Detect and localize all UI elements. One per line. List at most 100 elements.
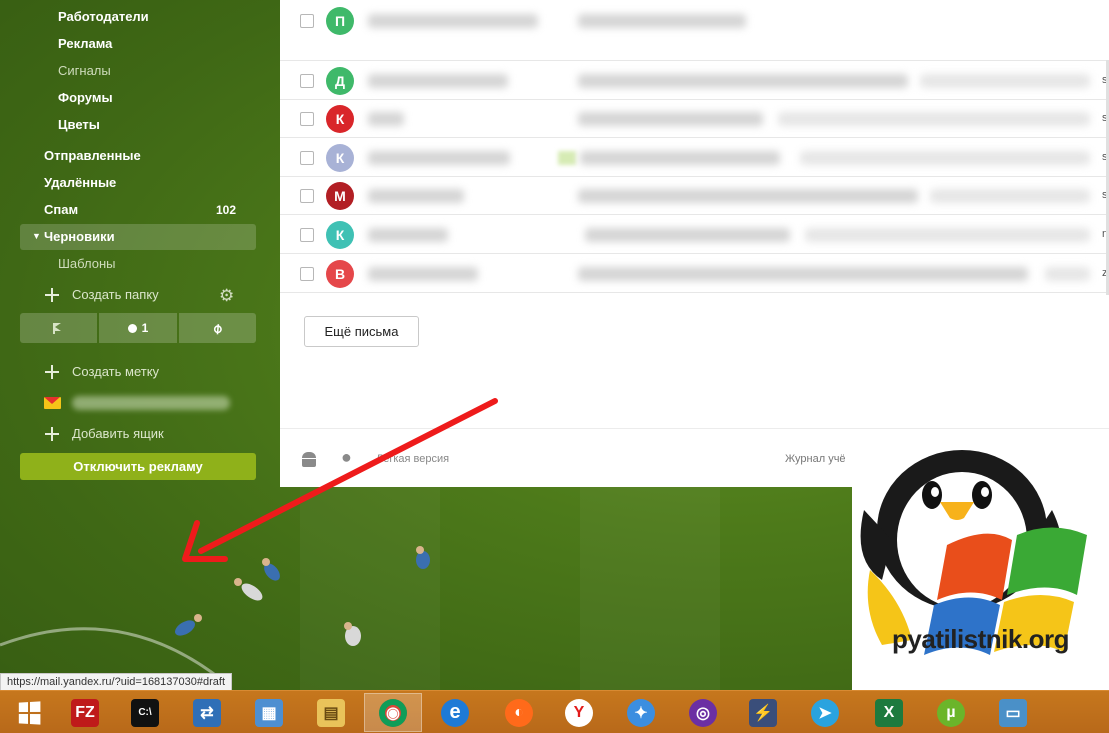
folder-flowers[interactable]: Цветы bbox=[58, 114, 100, 136]
start-button[interactable] bbox=[0, 693, 58, 732]
blurred-snippet bbox=[805, 228, 1090, 242]
network-icon: ⇄ bbox=[193, 698, 221, 727]
mail-checkbox[interactable] bbox=[300, 14, 314, 28]
blurred-subject bbox=[578, 189, 918, 203]
folder-deleted[interactable]: Удалённые bbox=[44, 172, 116, 194]
plus-icon bbox=[45, 365, 59, 379]
taskbar-app-excel[interactable]: X bbox=[860, 693, 918, 732]
folder-forums[interactable]: Форумы bbox=[58, 87, 113, 109]
folder-sent[interactable]: Отправленные bbox=[44, 145, 141, 167]
taskbar-app-chrome[interactable]: ◉ bbox=[364, 693, 422, 732]
mail-checkbox[interactable] bbox=[300, 267, 314, 281]
taskbar-app-ie[interactable]: e bbox=[426, 693, 484, 732]
blurred-snippet bbox=[1045, 267, 1090, 281]
create-folder-link[interactable]: Создать папку bbox=[72, 284, 159, 306]
mail-checkbox[interactable] bbox=[300, 228, 314, 242]
mail-checkbox[interactable] bbox=[300, 112, 314, 126]
taskbar-app-putty[interactable]: ⚡ bbox=[734, 693, 792, 732]
flagged-filter-button[interactable] bbox=[20, 313, 98, 343]
blurred-snippet bbox=[930, 189, 1090, 203]
cmd-icon: C:\ bbox=[131, 698, 159, 727]
red-arrow-annotation bbox=[182, 398, 498, 562]
unread-filter-button[interactable]: 1 bbox=[99, 313, 177, 343]
mail-row[interactable]: П bbox=[280, 2, 1109, 40]
sender-avatar: К bbox=[326, 144, 354, 172]
taskbar-app-tor[interactable]: ◎ bbox=[674, 693, 732, 732]
player bbox=[175, 614, 202, 636]
filezilla-icon: FZ bbox=[71, 698, 99, 727]
blurred-sender bbox=[368, 189, 464, 203]
folder-spam[interactable]: Спам bbox=[44, 199, 78, 221]
add-mailbox-link[interactable]: Добавить ящик bbox=[72, 423, 164, 445]
account-journal-link[interactable]: Журнал учё bbox=[785, 453, 846, 465]
telegram-icon: ➤ bbox=[811, 698, 839, 727]
paperclip-icon: ⌀ bbox=[208, 318, 226, 337]
mail-checkbox[interactable] bbox=[300, 189, 314, 203]
blurred-snippet bbox=[920, 74, 1090, 88]
taskbar-app-network[interactable]: ⇄ bbox=[178, 693, 236, 732]
ie-icon: e bbox=[441, 698, 469, 727]
folder-drafts[interactable]: ▼ Черновики bbox=[20, 224, 256, 250]
blurred-sender bbox=[368, 267, 478, 281]
sender-avatar: М bbox=[326, 182, 354, 210]
blurred-subject bbox=[578, 74, 908, 88]
taskbar-app-filezilla[interactable]: FZ bbox=[56, 693, 114, 732]
blurred-subject bbox=[578, 267, 1028, 281]
windows-taskbar: FZ C:\ ⇄ ▦ ▤ ◉ e ◐ Y ✦ ◎ ⚡ ➤ X µ ▭ bbox=[0, 690, 1109, 733]
folder-signals[interactable]: Сигналы bbox=[58, 60, 111, 82]
taskbar-app-explorer[interactable]: ▤ bbox=[302, 693, 360, 732]
plus-icon bbox=[45, 288, 59, 302]
sender-avatar: К bbox=[326, 105, 354, 133]
attachments-filter-button[interactable]: ⌀ bbox=[178, 313, 256, 343]
folder-drafts-label: Черновики bbox=[44, 229, 115, 244]
blurred-subject bbox=[580, 151, 780, 165]
blurred-snippet bbox=[800, 151, 1090, 165]
divider bbox=[280, 60, 1109, 61]
photos-icon: ▭ bbox=[999, 698, 1027, 727]
folder-employers[interactable]: Работодатели bbox=[58, 6, 149, 28]
taskbar-app-telegram[interactable]: ➤ bbox=[796, 693, 854, 732]
taskbar-app-cmd[interactable]: C:\ bbox=[116, 693, 174, 732]
blurred-sender bbox=[368, 151, 510, 165]
start-icon bbox=[18, 700, 41, 725]
folder-templates[interactable]: Шаблоны bbox=[58, 253, 116, 275]
player bbox=[234, 578, 263, 601]
mail-checkbox[interactable] bbox=[300, 74, 314, 88]
mail-row[interactable]: Д s bbox=[280, 62, 1109, 100]
flag-icon bbox=[52, 322, 65, 334]
mail-row[interactable]: К s bbox=[280, 139, 1109, 177]
blurred-sender bbox=[368, 228, 448, 242]
site-name: pyatilistnik.org bbox=[892, 624, 1069, 654]
taskbar-app-utorrent[interactable]: µ bbox=[922, 693, 980, 732]
plus-icon bbox=[45, 427, 59, 441]
spam-count-badge: 102 bbox=[215, 203, 236, 217]
sender-avatar: В bbox=[326, 260, 354, 288]
unread-dot-icon bbox=[127, 323, 137, 333]
site-logo: pyatilistnik.org bbox=[852, 440, 1109, 690]
mail-row[interactable]: К n bbox=[280, 216, 1109, 254]
gear-icon[interactable]: ⚙ bbox=[219, 286, 234, 306]
mail-row[interactable]: В z bbox=[280, 255, 1109, 293]
firefox-icon: ◐ bbox=[505, 698, 533, 727]
taskbar-app-yandex-browser[interactable]: Y bbox=[550, 693, 608, 732]
taskbar-app-firefox[interactable]: ◐ bbox=[490, 693, 548, 732]
mail-row[interactable]: К s bbox=[280, 100, 1109, 138]
explorer-icon: ▤ bbox=[317, 698, 345, 727]
mail-checkbox[interactable] bbox=[300, 151, 314, 165]
taskbar-app-photos[interactable]: ▭ bbox=[984, 693, 1042, 732]
mail-row[interactable]: М s bbox=[280, 177, 1109, 215]
taskbar-app-remote-desktop[interactable]: ▦ bbox=[240, 693, 298, 732]
create-label-link[interactable]: Создать метку bbox=[72, 361, 159, 383]
more-emails-button[interactable]: Ещё письма bbox=[304, 316, 419, 347]
chrome-icon: ◉ bbox=[379, 698, 407, 727]
blurred-snippet bbox=[778, 112, 1090, 126]
folder-ads[interactable]: Реклама bbox=[58, 33, 112, 55]
taskbar-app-safari[interactable]: ✦ bbox=[612, 693, 670, 732]
blurred-subject bbox=[578, 14, 746, 28]
tor-icon: ◎ bbox=[689, 698, 717, 727]
player bbox=[344, 622, 361, 646]
folder-tools: 1 ⌀ bbox=[20, 313, 256, 343]
putty-icon: ⚡ bbox=[749, 698, 777, 727]
utorrent-icon: µ bbox=[937, 698, 965, 727]
sender-avatar: П bbox=[326, 7, 354, 35]
